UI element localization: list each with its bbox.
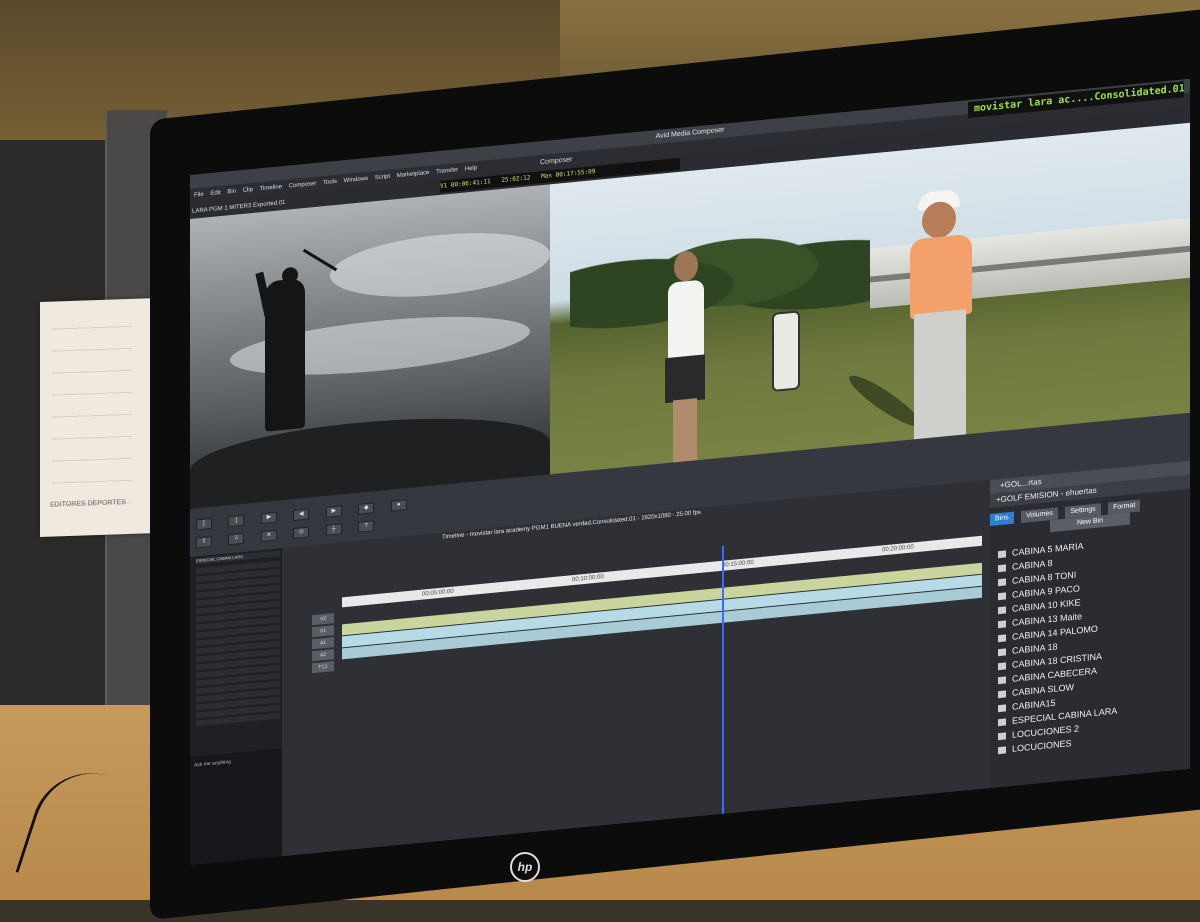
bin-icon — [998, 648, 1006, 657]
bin-icon — [998, 746, 1006, 755]
bin-icon — [998, 550, 1006, 559]
player-shirt — [668, 279, 704, 363]
ruler-label: 00:15:00:00 — [722, 559, 754, 569]
extract-button[interactable]: ⇩ — [228, 532, 245, 546]
bin-icon — [998, 676, 1006, 685]
track-label-tc1[interactable]: TC1 — [312, 661, 334, 674]
menu-transfer[interactable]: Transfer — [436, 167, 458, 175]
bin-icon — [998, 718, 1006, 727]
ruler-label: 00:20:00:00 — [882, 544, 914, 554]
ruler-label: 00:10:00:00 — [572, 574, 604, 584]
track-label-v1[interactable]: V1 — [312, 625, 334, 638]
track-label-v2[interactable]: V2 — [312, 613, 334, 626]
hp-logo: hp — [510, 852, 540, 882]
clear-marks-button[interactable]: ✕ — [260, 529, 277, 543]
track-label-a2[interactable]: A2 — [312, 649, 334, 662]
menu-tools[interactable]: Tools — [323, 179, 337, 186]
menu-script[interactable]: Script — [375, 174, 390, 181]
pinned-paper: EDITORES DEPORTES — [40, 297, 158, 538]
left-bin[interactable]: ESPECIAL CABINA LARA — [190, 548, 282, 757]
menu-bin[interactable]: Bin — [227, 189, 236, 196]
player-shorts — [665, 354, 705, 404]
track-label-a1[interactable]: A1 — [312, 637, 334, 650]
taskbar-search[interactable]: Ask me anything — [194, 755, 278, 773]
bins-panel: +GOL...rtas +GOLF EMISION - ehuertas Bin… — [990, 459, 1190, 790]
bin-list: CABINA 5 MARIA CABINA 8 CABINA 8 TONI CA… — [998, 529, 1183, 757]
bin-icon — [998, 578, 1006, 587]
bin-icon — [998, 690, 1006, 699]
bin-icon — [998, 704, 1006, 713]
bin-icon — [998, 732, 1006, 741]
bin-icon — [998, 620, 1006, 629]
title-tool-button[interactable]: T — [358, 520, 375, 533]
tab-bins[interactable]: Bins — [990, 511, 1014, 526]
bin-item-label: LOCUCIONES — [1012, 738, 1072, 754]
menu-composer[interactable]: Composer — [289, 181, 317, 190]
menu-file[interactable]: File — [194, 192, 204, 199]
bin-icon — [998, 606, 1006, 615]
menu-clip[interactable]: Clip — [243, 187, 253, 194]
windows-taskbar: Ask me anything — [190, 748, 282, 866]
menu-edit[interactable]: Edit — [210, 190, 220, 197]
coach-shirt — [910, 233, 972, 320]
timecode-left: V1 00:06:41:11 — [440, 178, 491, 190]
golf-club — [302, 248, 338, 272]
bin-icon — [998, 564, 1006, 573]
add-edit-button[interactable]: ┼ — [325, 523, 342, 536]
match-frame-button[interactable]: ⊙ — [293, 526, 310, 540]
bin-icon — [998, 662, 1006, 671]
timecode-mid: 25:02:12 — [501, 174, 531, 185]
coach-head — [922, 200, 956, 240]
lift-button[interactable]: ⇧ — [196, 535, 212, 549]
timeline-playhead[interactable] — [722, 545, 724, 816]
ruler-label: 00:05:00:00 — [422, 588, 454, 598]
paper-label: EDITORES DEPORTES — [50, 499, 126, 509]
bin-icon — [998, 634, 1006, 643]
audio-track-segment[interactable] — [342, 574, 982, 648]
monitor-screen: Avid Media Composer File Edit Bin Clip T… — [190, 78, 1190, 866]
trees — [570, 193, 870, 333]
source-monitor[interactable] — [190, 184, 550, 509]
timecode-right: Mas 00:17:55:09 — [541, 167, 596, 181]
paper-grid — [52, 312, 132, 506]
menu-marketplace[interactable]: Marketplace — [397, 170, 430, 179]
golf-bag — [772, 310, 800, 392]
menu-timeline[interactable]: Timeline — [260, 184, 282, 192]
menu-windows[interactable]: Windows — [344, 176, 368, 184]
cloud — [330, 224, 550, 306]
golfer-silhouette — [265, 277, 305, 432]
menu-help[interactable]: Help — [465, 165, 477, 172]
bin-icon — [998, 592, 1006, 601]
